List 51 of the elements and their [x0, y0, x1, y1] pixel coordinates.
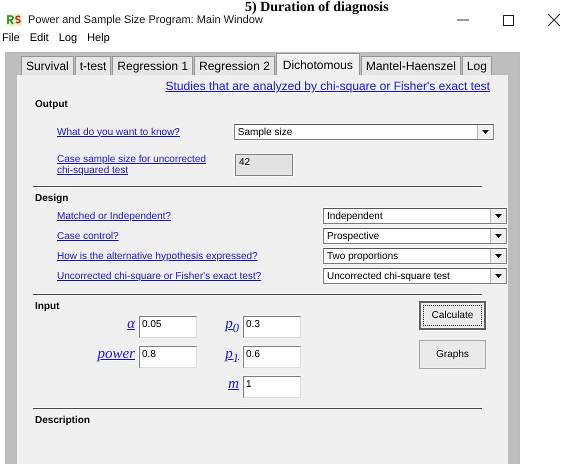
design-question-link[interactable]: Matched or Independent? [57, 210, 171, 222]
tab[interactable]: Regression 2 [194, 56, 275, 75]
tab[interactable]: Survival [21, 56, 74, 75]
menu-item[interactable]: Log [58, 32, 78, 44]
question-link[interactable]: What do you want to know? [57, 126, 234, 138]
result-link[interactable]: Case sample size for uncorrected chi-squared test [57, 154, 207, 176]
studies-link[interactable]: Studies that are analyzed by chi-square or Fisher's exact test [166, 79, 490, 93]
tab[interactable]: Regression 1 [112, 56, 194, 75]
tab[interactable]: Mantel-Haenszel [360, 56, 461, 75]
design-question-link[interactable]: Case control? [57, 230, 119, 242]
document-heading: 5) Duration of diagnosis [244, 0, 390, 12]
tab[interactable]: Dichotomous [276, 53, 360, 75]
caret-icon [482, 130, 489, 134]
section-title: Input [35, 301, 60, 312]
action-button[interactable]: Calculate [419, 301, 486, 330]
design-question-link[interactable]: Uncorrected chi-square or Fisher's exact test? [57, 270, 262, 282]
design-dropdown[interactable]: Uncorrected chi-square test [323, 268, 507, 284]
section-title: Output [35, 99, 69, 110]
maximize-icon[interactable] [503, 14, 514, 26]
parameter-field[interactable]: 0.6 [243, 346, 301, 368]
parameter-link[interactable]: α [95, 316, 135, 333]
parameter-field[interactable]: 0.8 [139, 346, 197, 368]
design-question-link[interactable]: How is the alternative hypothesis expressed? [57, 250, 258, 262]
design-dropdown[interactable]: Prospective [323, 228, 507, 244]
section-title: Description [35, 415, 92, 426]
parameter-field[interactable]: 0.05 [139, 316, 197, 338]
window-title: Power and Sample Size Program: Main Window [28, 14, 263, 26]
section-title: Design [35, 193, 70, 204]
result-field: 42 [235, 154, 293, 176]
close-icon[interactable] [548, 14, 560, 26]
parameter-field[interactable]: 0.3 [243, 316, 301, 338]
caret-icon [495, 274, 502, 278]
parameter-link[interactable]: power [95, 346, 135, 363]
menu-item[interactable]: Edit [30, 32, 49, 44]
tab[interactable]: Log [462, 56, 492, 75]
menu-item[interactable]: Help [87, 32, 110, 44]
menu-item[interactable]: File [2, 32, 20, 44]
design-dropdown[interactable]: Two proportions [323, 248, 507, 264]
parameter-link[interactable]: p$_{1}$ [217, 346, 239, 366]
parameter-link[interactable]: p$_{0}$ [217, 316, 239, 336]
parameter-field[interactable]: 1 [243, 376, 301, 398]
caret-icon [495, 254, 502, 258]
action-button[interactable]: Graphs [419, 340, 486, 369]
output-dropdown[interactable]: Sample size [234, 124, 494, 140]
parameter-link[interactable]: m [217, 376, 239, 393]
caret-icon [495, 234, 502, 238]
app-logo-icon [6, 14, 22, 26]
minimize-icon[interactable] [457, 19, 469, 21]
design-dropdown[interactable]: Independent [323, 208, 507, 224]
tab[interactable]: t-test [74, 56, 112, 75]
caret-icon [495, 214, 502, 218]
